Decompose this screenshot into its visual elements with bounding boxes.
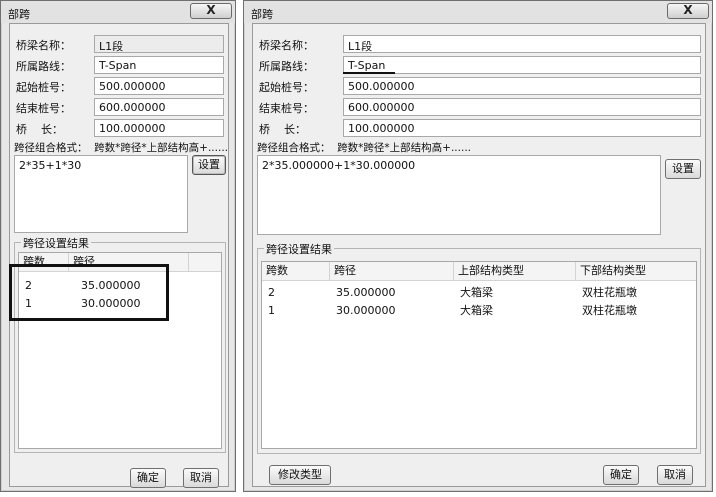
annotation-highlight-box bbox=[9, 264, 169, 321]
left-label-bridge-name: 桥梁名称： bbox=[16, 39, 71, 52]
right-end-station-field[interactable]: 600.000000 bbox=[343, 98, 701, 116]
left-span-combo-input[interactable]: 2*35+1*30 bbox=[14, 155, 188, 233]
right-settings-button[interactable]: 设置 bbox=[665, 159, 701, 179]
right-close-button[interactable]: X bbox=[667, 3, 709, 19]
left-bridge-length-field[interactable]: 100.000000 bbox=[94, 119, 224, 137]
right-row-2-upper: 大箱梁 bbox=[460, 304, 493, 317]
left-route-field[interactable]: T-Span bbox=[94, 56, 224, 74]
left-start-station-field[interactable]: 500.000000 bbox=[94, 77, 224, 95]
right-list-header: 跨数 跨径 上部结构类型 下部结构类型 bbox=[262, 262, 696, 281]
right-dialog-window: 部跨 X 桥梁名称： L1段 所属路线： T-Span 起始桩号： 500.00… bbox=[243, 0, 713, 492]
right-span-results-group: 跨径设置结果 跨数 跨径 上部结构类型 下部结构类型 2 35.000000 大… bbox=[257, 241, 701, 454]
left-bridge-name-field[interactable]: L1段 bbox=[94, 35, 224, 53]
right-row-1-span: 35.000000 bbox=[336, 286, 396, 299]
left-end-station-field[interactable]: 600.000000 bbox=[94, 98, 224, 116]
right-label-route: 所属路线： bbox=[259, 60, 314, 73]
right-cancel-button[interactable]: 取消 bbox=[657, 465, 693, 485]
right-ok-button[interactable]: 确定 bbox=[603, 465, 639, 485]
right-group-title: 跨径设置结果 bbox=[264, 241, 334, 257]
right-bridge-length-field[interactable]: 100.000000 bbox=[343, 119, 701, 137]
left-label-start-station: 起始桩号： bbox=[16, 81, 71, 94]
right-window-title: 部跨 bbox=[251, 8, 273, 21]
left-settings-button[interactable]: 设置 bbox=[192, 155, 226, 175]
right-title-bar[interactable]: 部跨 X bbox=[244, 1, 712, 23]
right-client-area: 桥梁名称： L1段 所属路线： T-Span 起始桩号： 500.000000 … bbox=[252, 23, 706, 487]
left-close-button[interactable]: X bbox=[190, 3, 232, 19]
right-column-span[interactable]: 跨径 bbox=[330, 262, 454, 280]
right-label-end-station: 结束桩号： bbox=[259, 102, 314, 115]
left-label-route: 所属路线： bbox=[16, 60, 71, 73]
right-column-count[interactable]: 跨数 bbox=[262, 262, 330, 280]
right-column-lower-type[interactable]: 下部结构类型 bbox=[576, 262, 696, 280]
right-column-upper-type[interactable]: 上部结构类型 bbox=[454, 262, 576, 280]
right-label-bridge-length: 桥 长： bbox=[259, 123, 306, 136]
right-label-start-station: 起始桩号： bbox=[259, 81, 314, 94]
table-row[interactable]: 1 30.000000 大箱梁 双柱花瓶墩 bbox=[262, 302, 696, 319]
annotation-underline bbox=[343, 72, 395, 74]
right-row-1-upper: 大箱梁 bbox=[460, 286, 493, 299]
left-label-end-station: 结束桩号： bbox=[16, 102, 71, 115]
right-row-2-span: 30.000000 bbox=[336, 304, 396, 317]
left-format-label: 跨径组合格式： 跨数*跨径*上部结构高+...... bbox=[14, 142, 228, 154]
right-route-field[interactable]: T-Span bbox=[343, 56, 701, 74]
right-row-2-lower: 双柱花瓶墩 bbox=[582, 304, 637, 317]
left-title-bar[interactable]: 部跨 X bbox=[1, 1, 235, 23]
right-bridge-name-field[interactable]: L1段 bbox=[343, 35, 701, 53]
left-label-bridge-length: 桥 长： bbox=[16, 123, 63, 136]
left-ok-button[interactable]: 确定 bbox=[130, 468, 166, 488]
left-client-area: 桥梁名称： L1段 所属路线： T-Span 起始桩号： 500.000000 … bbox=[9, 23, 229, 488]
left-dialog-window: 部跨 X 桥梁名称： L1段 所属路线： T-Span 起始桩号： 500.00… bbox=[0, 0, 236, 492]
left-cancel-button[interactable]: 取消 bbox=[183, 468, 219, 488]
left-window-title: 部跨 bbox=[8, 8, 30, 21]
right-span-results-list[interactable]: 跨数 跨径 上部结构类型 下部结构类型 2 35.000000 大箱梁 双柱花瓶… bbox=[261, 261, 697, 449]
right-modify-type-button[interactable]: 修改类型 bbox=[269, 465, 331, 485]
right-row-2-count: 1 bbox=[268, 304, 275, 317]
right-format-label: 跨径组合格式： 跨数*跨径*上部结构高+...... bbox=[257, 142, 471, 154]
table-row[interactable]: 2 35.000000 大箱梁 双柱花瓶墩 bbox=[262, 284, 696, 301]
left-group-title: 跨径设置结果 bbox=[21, 235, 91, 251]
right-start-station-field[interactable]: 500.000000 bbox=[343, 77, 701, 95]
right-row-1-lower: 双柱花瓶墩 bbox=[582, 286, 637, 299]
right-label-bridge-name: 桥梁名称： bbox=[259, 39, 314, 52]
right-span-combo-input[interactable]: 2*35.000000+1*30.000000 bbox=[257, 155, 661, 235]
right-row-1-count: 2 bbox=[268, 286, 275, 299]
